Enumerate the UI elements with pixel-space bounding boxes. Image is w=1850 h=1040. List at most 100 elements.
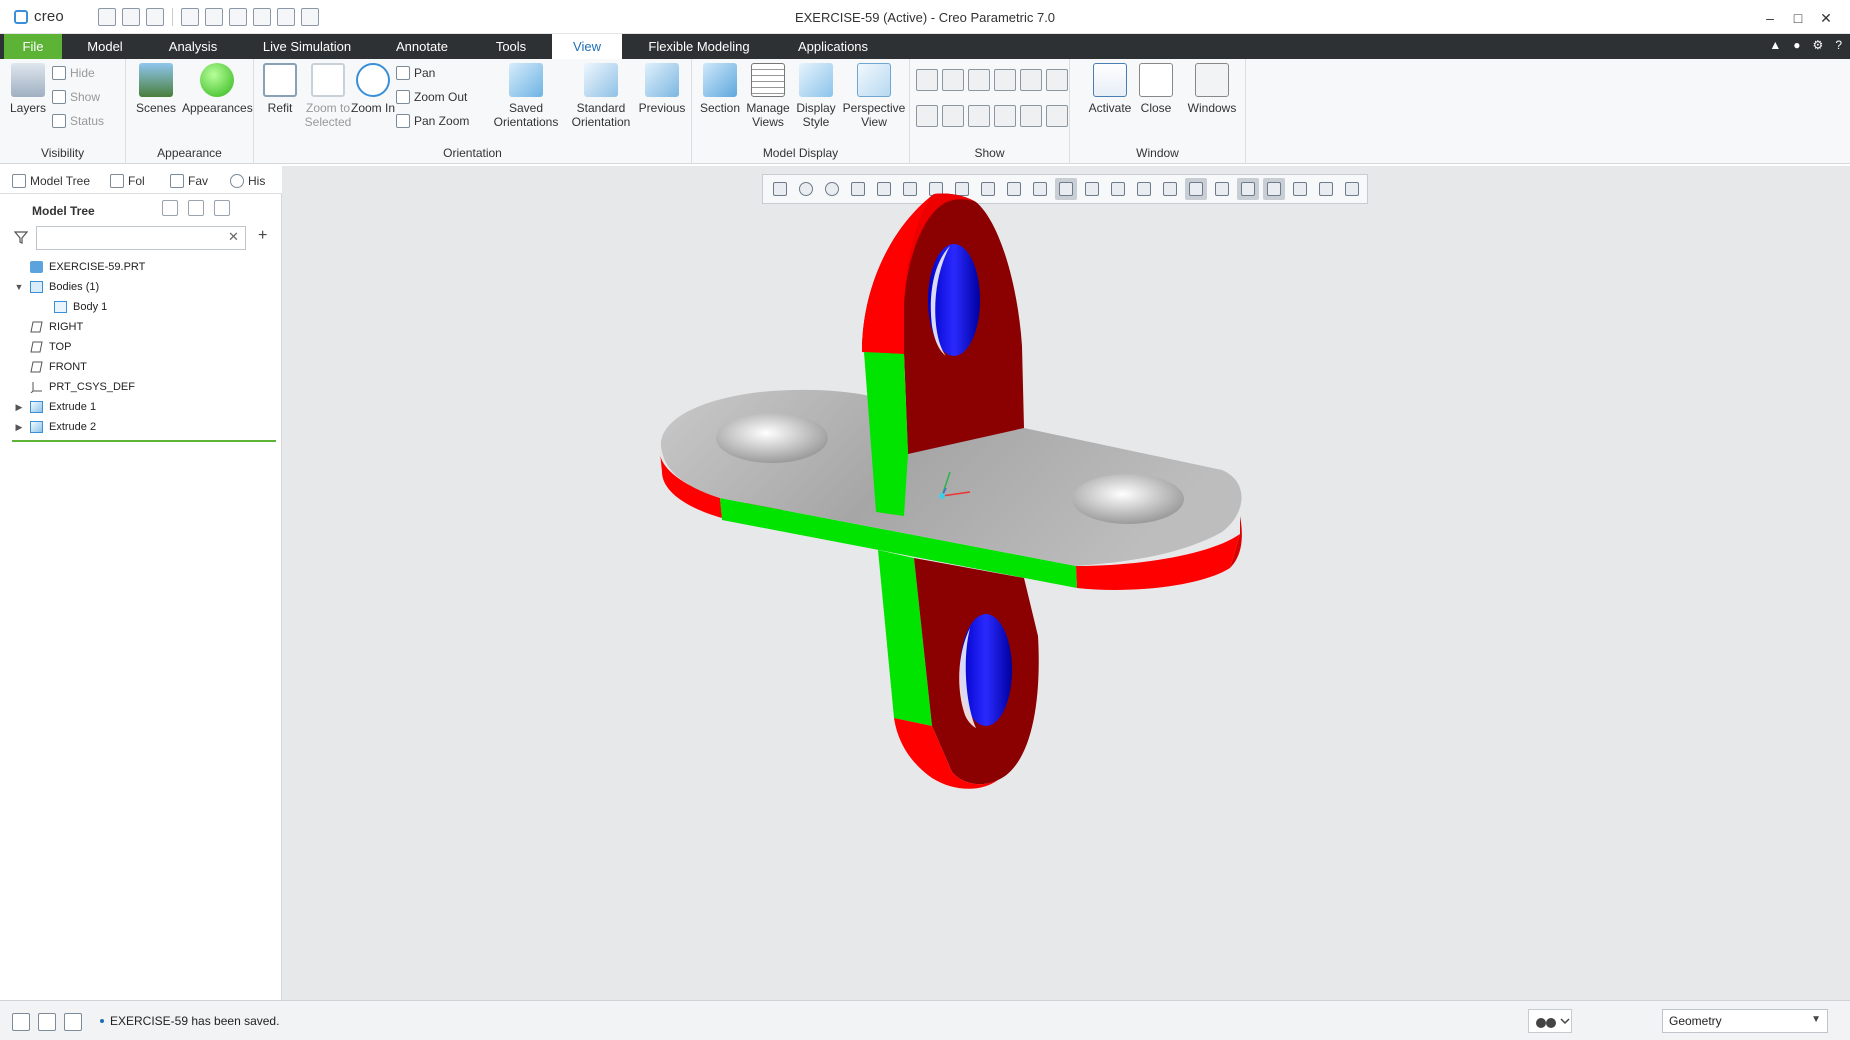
tree-item-bodies[interactable]: ▼ Bodies (1) [14,278,99,296]
manage-views-button[interactable]: Manage Views [742,63,794,129]
csys-tag-icon[interactable] [994,105,1016,127]
tab-view[interactable]: View [552,34,622,59]
section-button[interactable]: Section [694,63,746,115]
minimize-icon[interactable]: – [1756,6,1784,30]
tab-annotate[interactable]: Annotate [380,34,464,59]
plane-tag-icon[interactable] [916,105,938,127]
show-button[interactable]: Show [52,87,100,107]
group-model-display: Section Manage Views Display Style Persp… [692,59,910,164]
saved-orientations-label: Saved Orientations [493,101,559,129]
notification-icon[interactable]: ● [1793,38,1800,52]
binoculars-icon [1536,1018,1570,1028]
scenes-button[interactable]: Scenes [128,63,184,115]
tab-analysis[interactable]: Analysis [152,34,234,59]
expand-icon[interactable]: ▶ [14,422,24,433]
tree-item-body-1[interactable]: Body 1 [54,298,107,316]
standard-orientation-button[interactable]: Standard Orientation [564,63,638,129]
tree-item-right[interactable]: RIGHT [14,318,83,336]
tree-settings-icon[interactable] [162,200,178,216]
hide-button[interactable]: Hide [52,63,95,83]
tree-item-extrude-1[interactable]: ▶ Extrude 1 [14,398,96,416]
insert-here-marker[interactable] [12,440,276,442]
saved-orientations-button[interactable]: Saved Orientations [486,63,566,129]
zoom-in-icon [356,63,390,97]
pan-zoom-label: Pan Zoom [414,114,470,128]
refit-button[interactable]: Refit [256,63,304,115]
plane-tag-display-icon[interactable] [1020,69,1042,91]
folder-icon [110,174,124,188]
navtab-folder[interactable]: Fol [110,170,145,192]
pan-zoom-icon [396,114,410,128]
tab-file[interactable]: File [4,34,62,59]
add-filter-icon[interactable]: + [258,227,267,245]
graphics-window[interactable] [282,166,1850,1000]
hole-right[interactable] [1072,474,1184,524]
tree-item-csys[interactable]: PRT_CSYS_DEF [14,378,135,396]
perspective-view-button[interactable]: Perspective View [840,63,908,129]
hole-left[interactable] [716,413,828,463]
display-style-icon [799,63,833,97]
navtab-favorites[interactable]: Fav [170,170,208,192]
group-show: Show [910,59,1070,164]
pan-button[interactable]: Pan [396,63,435,83]
pan-zoom-button[interactable]: Pan Zoom [396,111,469,131]
model-tree-header: Model Tree [32,204,95,218]
selection-filter-select[interactable]: Geometry ▼ [1662,1009,1828,1033]
model-tree-tools [162,200,230,216]
find-button[interactable] [1528,1009,1572,1033]
tree-item-top[interactable]: TOP [14,338,71,356]
activate-button[interactable]: Activate [1082,63,1138,115]
filter-icon[interactable] [14,230,28,244]
navigator-toggle-icon[interactable] [12,1013,30,1031]
navtab-model-tree[interactable]: Model Tree [12,170,90,192]
spin-center-icon[interactable] [1020,105,1042,127]
collapse-icon[interactable]: ▼ [14,282,24,292]
group-label-orientation: Orientation [443,146,502,160]
layers-button[interactable]: Layers [0,63,56,115]
extrude-icon [30,421,43,433]
curve-display-icon[interactable] [1046,105,1068,127]
close-window-button[interactable]: Close [1132,63,1180,115]
plane-display-icon[interactable] [916,69,938,91]
collapse-ribbon-icon[interactable]: ▲ [1769,38,1781,52]
status-label: Status [70,114,105,128]
tree-item-front[interactable]: FRONT [14,358,87,376]
point-display-icon[interactable] [968,69,990,91]
navtab-history[interactable]: His [230,170,265,192]
tab-tools[interactable]: Tools [478,34,544,59]
clear-search-icon[interactable]: ✕ [228,229,239,245]
layers-icon [11,63,45,97]
browser-toggle-icon[interactable] [38,1013,56,1031]
zoom-in-button[interactable]: Zoom In [348,63,398,115]
3d-model-view[interactable] [282,166,1850,1000]
layers-label: Layers [9,101,47,115]
tab-applications[interactable]: Applications [776,34,890,59]
windows-button[interactable]: Windows [1182,63,1242,115]
previous-orientation-icon [645,63,679,97]
tree-item-label: Body 1 [73,301,108,313]
tree-item-part[interactable]: EXERCISE-59.PRT [14,258,145,276]
tab-model[interactable]: Model [72,34,138,59]
status-button[interactable]: Status [52,111,104,131]
zoom-out-button[interactable]: Zoom Out [396,87,467,107]
tab-flexible-modeling[interactable]: Flexible Modeling [636,34,762,59]
annotation-display-icon[interactable] [1046,69,1068,91]
tree-show-icon[interactable] [188,200,204,216]
csys-display-icon[interactable] [994,69,1016,91]
previous-button[interactable]: Previous [634,63,690,115]
tree-search-input[interactable] [36,226,246,250]
tree-columns-icon[interactable] [214,200,230,216]
expand-icon[interactable]: ▶ [14,402,24,413]
point-tag-icon[interactable] [968,105,990,127]
settings-icon[interactable]: ⚙ [1813,38,1824,52]
help-icon[interactable]: ? [1835,38,1842,52]
tree-item-extrude-2[interactable]: ▶ Extrude 2 [14,418,96,436]
appearances-button[interactable]: Appearances [182,63,253,115]
close-icon[interactable]: ✕ [1812,6,1840,30]
axis-tag-icon[interactable] [942,105,964,127]
axis-display-icon[interactable] [942,69,964,91]
tab-live-simulation[interactable]: Live Simulation [248,34,366,59]
full-screen-icon[interactable] [64,1013,82,1031]
maximize-icon[interactable]: □ [1784,6,1812,30]
display-style-button[interactable]: Display Style [790,63,842,129]
